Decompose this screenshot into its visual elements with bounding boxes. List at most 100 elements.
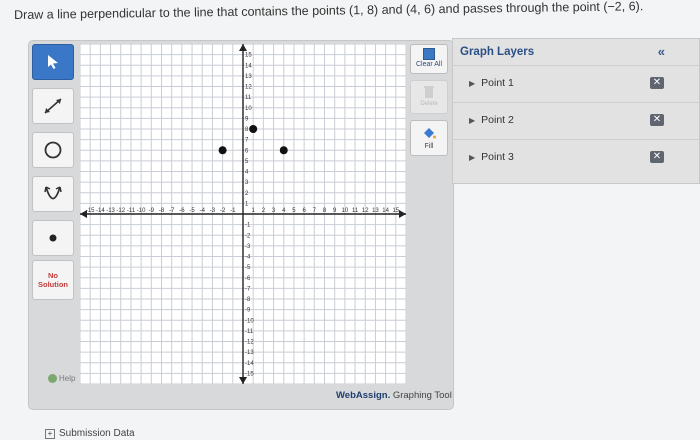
y-tick-label: -4 [245,255,251,261]
x-tick-label: 6 [302,208,306,214]
no-solution-button[interactable]: No Solution [32,260,74,300]
y-axis-arrow-down [239,377,247,384]
y-tick-label: 8 [245,127,249,133]
plotted-point[interactable] [218,146,227,155]
y-tick-label: 4 [245,170,249,176]
help-link[interactable]: Help [48,374,75,383]
graph-layers-panel: Graph Layers « ▶ Point 1 ✕ ▶ Point 2 ✕ ▶ Po… [452,38,700,184]
plotted-point[interactable] [279,146,288,155]
no-solution-label-1: No [48,271,58,280]
remove-layer-icon[interactable]: ✕ [650,77,664,89]
y-tick-label: -10 [245,318,254,324]
line-tool-button[interactable] [32,88,74,124]
x-tick-label: 10 [342,208,349,214]
x-tick-label: 8 [323,208,327,214]
y-tick-label: 13 [245,74,252,80]
x-tick-label: -7 [169,208,175,214]
x-tick-label: 15 [392,208,399,214]
expand-triangle-icon[interactable]: ▶ [469,153,475,162]
y-tick-label: -14 [245,361,254,367]
y-tick-label: 6 [245,148,249,154]
brand-web: Web [336,390,356,401]
paint-bucket-icon [424,128,436,139]
parabola-tool-button[interactable] [32,176,74,212]
y-tick-label: 3 [245,180,249,186]
y-tick-label: 12 [245,85,252,91]
x-tick-label: 2 [262,208,266,214]
delete-label: Delete [420,101,438,107]
expand-triangle-icon[interactable]: ▶ [469,79,475,88]
clear-all-label: Clear All [415,61,443,68]
expand-triangle-icon[interactable]: ▶ [469,116,475,125]
remove-layer-icon[interactable]: ✕ [650,151,664,163]
graph-layers-title: Graph Layers [460,46,535,58]
y-tick-label: 11 [245,95,252,101]
clear-all-icon [423,48,435,60]
x-tick-label: 4 [282,208,286,214]
x-tick-label: 11 [352,208,359,214]
y-tick-label: -6 [245,276,251,282]
webassign-brand: WebAssign. Graphing Tool [336,390,452,401]
x-tick-label: -6 [179,208,185,214]
x-tick-label: 7 [313,208,317,214]
layer-item[interactable]: ▶ Point 1 ✕ [453,65,699,102]
x-tick-label: 14 [382,208,389,214]
pointer-arrow-icon [48,55,58,69]
parabola-tool-icon [44,186,62,200]
help-label: Help [59,374,76,383]
line-tool-icon [44,98,62,114]
y-tick-label: 9 [245,116,249,122]
question-text: Draw a line perpendicular to the line th… [14,0,644,22]
coordinate-plane[interactable]: -15 -14 -13 -12 -11 -10 -9 -8 -7 -6 -5 -4 -3 -2 -1 1 2 3 4… [79,43,407,385]
fill-label: Fill [424,143,434,150]
x-tick-label: -14 [96,208,105,214]
y-tick-label: 2 [245,191,249,197]
clear-all-button[interactable]: Clear All [410,44,448,74]
submission-data-toggle[interactable]: + Submission Data [45,428,135,439]
y-tick-label: -5 [245,265,251,271]
plotted-point[interactable] [249,125,258,133]
y-tick-label: 5 [245,159,249,165]
y-tick-label: 15 [245,53,252,59]
y-tick-label: -2 [245,233,251,239]
layer-label: Point 2 [481,114,514,126]
x-tick-label: -13 [106,208,115,214]
x-tick-label: -12 [116,208,125,214]
y-tick-label: 1 [245,201,249,207]
y-tick-label: 14 [245,63,252,69]
x-tick-label: -10 [137,208,146,214]
y-tick-label: -13 [245,350,254,356]
y-axis-arrow-up [239,44,247,51]
x-tick-label: -3 [210,208,216,214]
layer-label: Point 3 [481,151,514,163]
y-tick-label: -11 [245,329,254,335]
point-tool-button[interactable] [32,220,74,256]
y-tick-label: -7 [245,286,251,292]
x-tick-label: -15 [86,208,95,214]
layer-item[interactable]: ▶ Point 2 ✕ [453,102,699,139]
x-tick-label: 12 [362,208,369,214]
layer-label: Point 1 [481,77,514,89]
brand-assign: Assign. [355,390,391,401]
circle-tool-button[interactable] [32,132,74,168]
fill-button[interactable]: Fill [410,120,448,156]
pointer-tool-button[interactable] [32,44,74,80]
submission-data-label: Submission Data [59,428,135,439]
y-tick-label: -8 [245,297,251,303]
expand-plus-icon: + [45,429,55,439]
y-tick-label: -3 [245,244,251,250]
x-tick-label: -8 [159,208,165,214]
circle-tool-icon [44,141,62,159]
layer-item[interactable]: ▶ Point 3 ✕ [453,139,699,176]
remove-layer-icon[interactable]: ✕ [650,114,664,126]
delete-button[interactable]: Delete [410,80,448,114]
coordinate-grid[interactable]: -15 -14 -13 -12 -11 -10 -9 -8 -7 -6 -5 -4 -3 -2 -1 1 2 3 4… [79,43,407,385]
y-tick-label: -1 [245,223,251,229]
y-tick-label: 7 [245,138,249,144]
collapse-panel-button[interactable]: « [658,39,665,65]
x-tick-label: -11 [127,208,136,214]
trash-icon [424,86,434,98]
x-tick-label: 13 [372,208,379,214]
x-tick-label: 9 [333,208,337,214]
y-tick-label: -15 [245,371,254,377]
